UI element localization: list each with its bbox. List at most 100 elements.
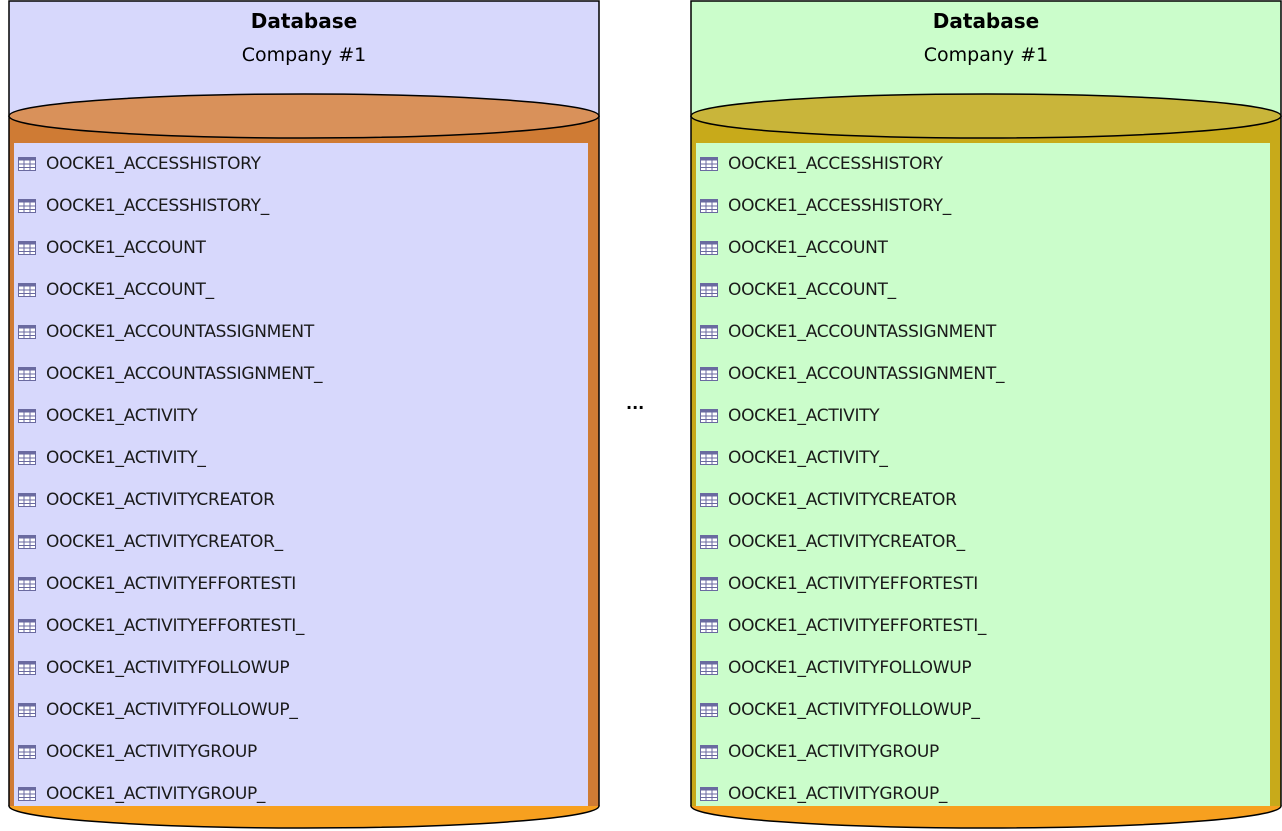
table-name: OOCKE1_ACTIVITYFOLLOWUP_ — [728, 700, 980, 720]
table-list: OOCKE1_ACCESSHISTORY OOCKE1_ACCESSHISTOR… — [700, 143, 1270, 815]
table-name: OOCKE1_ACTIVITYFOLLOWUP — [728, 658, 972, 678]
database-subtitle: Company #1 — [241, 44, 367, 66]
table-name: OOCKE1_ACTIVITY — [728, 406, 880, 426]
table-name: OOCKE1_ACTIVITYEFFORTESTI_ — [46, 616, 305, 636]
table-name: OOCKE1_ACTIVITYCREATOR_ — [46, 532, 283, 552]
table-icon — [18, 451, 36, 465]
table-icon — [700, 661, 718, 675]
table-item[interactable]: OOCKE1_ACCOUNT_ — [700, 269, 1270, 311]
table-item[interactable]: OOCKE1_ACTIVITY_ — [700, 437, 1270, 479]
table-name: OOCKE1_ACTIVITYEFFORTESTI_ — [728, 616, 987, 636]
table-item[interactable]: OOCKE1_ACTIVITYCREATOR — [700, 479, 1270, 521]
table-item[interactable]: OOCKE1_ACTIVITYFOLLOWUP_ — [700, 689, 1270, 731]
table-item[interactable]: OOCKE1_ACCOUNT — [18, 227, 588, 269]
table-icon — [18, 493, 36, 507]
table-name: OOCKE1_ACCOUNTASSIGNMENT — [728, 322, 996, 342]
table-name: OOCKE1_ACTIVITYGROUP — [46, 742, 257, 762]
table-item[interactable]: OOCKE1_ACCOUNT — [700, 227, 1270, 269]
table-name: OOCKE1_ACTIVITYEFFORTESTI — [728, 574, 978, 594]
table-item[interactable]: OOCKE1_ACTIVITYCREATOR_ — [18, 521, 588, 563]
table-name: OOCKE1_ACCOUNTASSIGNMENT — [46, 322, 314, 342]
table-icon — [700, 157, 718, 171]
table-item[interactable]: OOCKE1_ACTIVITYGROUP — [18, 731, 588, 773]
table-name: OOCKE1_ACCOUNT_ — [728, 280, 896, 300]
table-name: OOCKE1_ACCESSHISTORY_ — [46, 196, 269, 216]
table-list: OOCKE1_ACCESSHISTORY OOCKE1_ACCESSHISTOR… — [18, 143, 588, 815]
table-name: OOCKE1_ACTIVITYCREATOR — [46, 490, 275, 510]
table-item[interactable]: OOCKE1_ACTIVITYGROUP_ — [700, 773, 1270, 815]
table-name: OOCKE1_ACTIVITYGROUP — [728, 742, 939, 762]
table-name: OOCKE1_ACTIVITY_ — [728, 448, 888, 468]
table-icon — [18, 367, 36, 381]
table-item[interactable]: OOCKE1_ACTIVITYGROUP — [700, 731, 1270, 773]
table-name: OOCKE1_ACCESSHISTORY — [728, 154, 943, 174]
table-item[interactable]: OOCKE1_ACCOUNTASSIGNMENT — [700, 311, 1270, 353]
table-icon — [700, 787, 718, 801]
table-name: OOCKE1_ACTIVITYFOLLOWUP — [46, 658, 290, 678]
database-title: Database — [250, 9, 358, 33]
table-item[interactable]: OOCKE1_ACTIVITYFOLLOWUP_ — [18, 689, 588, 731]
table-item[interactable]: OOCKE1_ACTIVITYEFFORTESTI_ — [18, 605, 588, 647]
table-item[interactable]: OOCKE1_ACCESSHISTORY_ — [700, 185, 1270, 227]
table-icon — [18, 325, 36, 339]
database-title: Database — [932, 9, 1040, 33]
database-cylinder-left: Database Company #1 OOCKE1_ACCESSHISTORY… — [8, 0, 600, 831]
table-name: OOCKE1_ACCOUNTASSIGNMENT_ — [46, 364, 323, 384]
table-item[interactable]: OOCKE1_ACCOUNTASSIGNMENT_ — [18, 353, 588, 395]
table-name: OOCKE1_ACTIVITYEFFORTESTI — [46, 574, 296, 594]
table-name: OOCKE1_ACCOUNT — [728, 238, 888, 258]
separator-ellipsis: ... — [626, 394, 645, 413]
table-icon — [18, 157, 36, 171]
table-name: OOCKE1_ACCESSHISTORY_ — [728, 196, 951, 216]
table-icon — [18, 409, 36, 423]
cylinder-top-ellipse — [8, 93, 600, 139]
table-icon — [18, 703, 36, 717]
table-icon — [18, 745, 36, 759]
table-item[interactable]: OOCKE1_ACCESSHISTORY_ — [18, 185, 588, 227]
table-name: OOCKE1_ACTIVITY_ — [46, 448, 206, 468]
table-name: OOCKE1_ACCOUNT — [46, 238, 206, 258]
table-name: OOCKE1_ACTIVITY — [46, 406, 198, 426]
table-item[interactable]: OOCKE1_ACCOUNTASSIGNMENT — [18, 311, 588, 353]
table-item[interactable]: OOCKE1_ACTIVITYEFFORTESTI_ — [700, 605, 1270, 647]
table-name: OOCKE1_ACTIVITYGROUP_ — [46, 784, 266, 804]
table-item[interactable]: OOCKE1_ACTIVITY — [700, 395, 1270, 437]
table-icon — [700, 493, 718, 507]
table-name: OOCKE1_ACTIVITYFOLLOWUP_ — [46, 700, 298, 720]
table-icon — [700, 619, 718, 633]
table-item[interactable]: OOCKE1_ACTIVITY — [18, 395, 588, 437]
table-icon — [700, 703, 718, 717]
table-item[interactable]: OOCKE1_ACCOUNT_ — [18, 269, 588, 311]
table-item[interactable]: OOCKE1_ACTIVITYEFFORTESTI — [700, 563, 1270, 605]
table-item[interactable]: OOCKE1_ACTIVITYEFFORTESTI — [18, 563, 588, 605]
table-item[interactable]: OOCKE1_ACCOUNTASSIGNMENT_ — [700, 353, 1270, 395]
table-item[interactable]: OOCKE1_ACTIVITY_ — [18, 437, 588, 479]
cylinder-top-ellipse — [690, 93, 1282, 139]
table-item[interactable]: OOCKE1_ACCESSHISTORY — [18, 143, 588, 185]
table-name: OOCKE1_ACCOUNTASSIGNMENT_ — [728, 364, 1005, 384]
table-icon — [700, 283, 718, 297]
database-subtitle: Company #1 — [923, 44, 1049, 66]
table-item[interactable]: OOCKE1_ACCESSHISTORY — [700, 143, 1270, 185]
table-icon — [18, 661, 36, 675]
table-icon — [18, 199, 36, 213]
table-item[interactable]: OOCKE1_ACTIVITYCREATOR — [18, 479, 588, 521]
table-icon — [700, 409, 718, 423]
table-item[interactable]: OOCKE1_ACTIVITYFOLLOWUP — [18, 647, 588, 689]
table-item[interactable]: OOCKE1_ACTIVITYCREATOR_ — [700, 521, 1270, 563]
table-name: OOCKE1_ACTIVITYGROUP_ — [728, 784, 948, 804]
table-name: OOCKE1_ACCESSHISTORY — [46, 154, 261, 174]
table-icon — [700, 577, 718, 591]
table-icon — [18, 283, 36, 297]
table-name: OOCKE1_ACTIVITYCREATOR_ — [728, 532, 965, 552]
table-item[interactable]: OOCKE1_ACTIVITYFOLLOWUP — [700, 647, 1270, 689]
table-name: OOCKE1_ACTIVITYCREATOR — [728, 490, 957, 510]
table-icon — [18, 577, 36, 591]
table-item[interactable]: OOCKE1_ACTIVITYGROUP_ — [18, 773, 588, 815]
table-icon — [700, 745, 718, 759]
table-icon — [18, 787, 36, 801]
table-name: OOCKE1_ACCOUNT_ — [46, 280, 214, 300]
database-diagram: Database Company #1 OOCKE1_ACCESSHISTORY… — [0, 0, 1282, 831]
table-icon — [18, 619, 36, 633]
table-icon — [700, 241, 718, 255]
